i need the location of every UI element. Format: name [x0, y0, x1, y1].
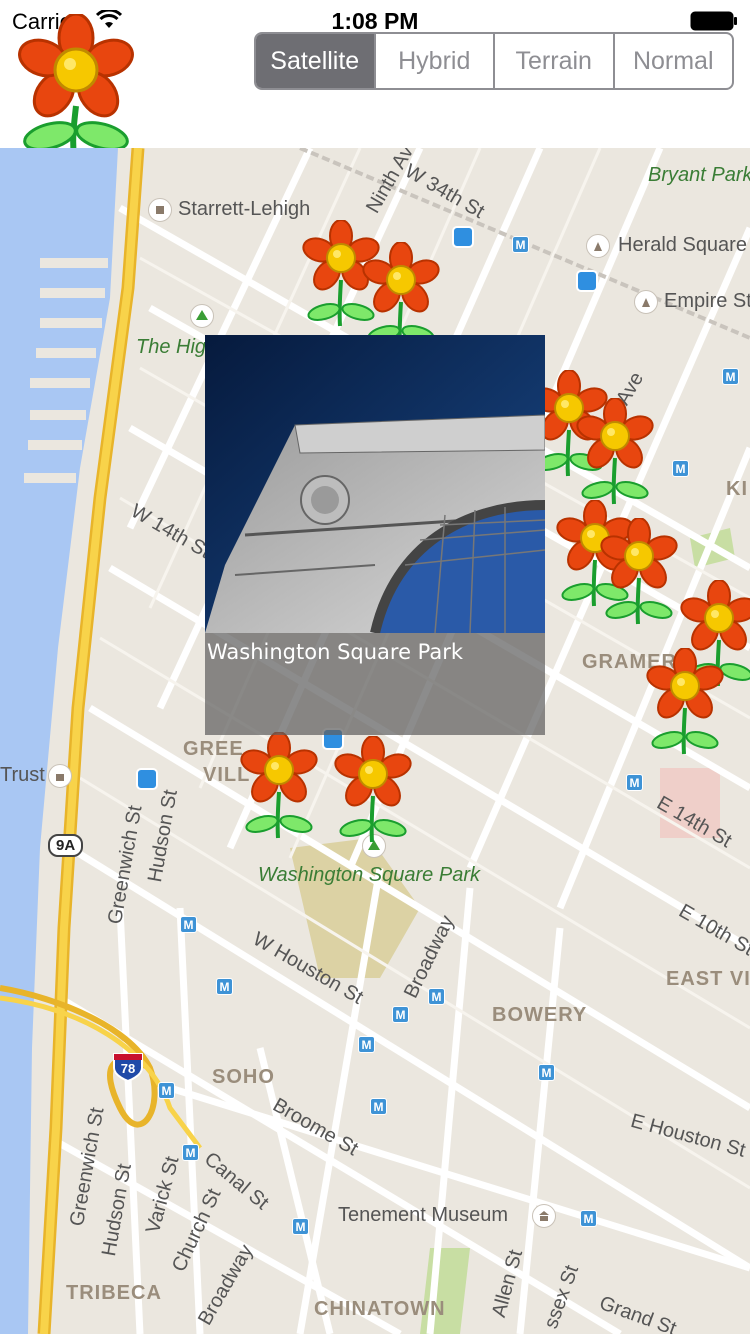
poi-icon — [148, 198, 172, 222]
callout-title: Washington Square Park — [207, 640, 464, 664]
train-station-icon — [136, 768, 158, 790]
map-label: Starrett-Lehigh — [178, 198, 311, 220]
interstate-78-shield: 78 — [112, 1052, 144, 1083]
map-label: BOWERY — [492, 1004, 588, 1026]
map-label: Trust — [0, 764, 45, 786]
interstate-number: 78 — [120, 1061, 136, 1076]
museum-icon — [532, 1204, 556, 1228]
map-label: Bryant Park — [648, 164, 750, 186]
train-station-icon — [452, 226, 474, 248]
subway-icon: M — [428, 988, 445, 1005]
subway-icon: M — [538, 1064, 555, 1081]
map-label: Washington Square Park — [258, 864, 480, 886]
landmark-icon — [48, 764, 72, 788]
flower-pin-icon[interactable] — [600, 518, 678, 628]
subway-icon: M — [512, 236, 529, 253]
subway-icon: M — [216, 978, 233, 995]
subway-icon: M — [392, 1006, 409, 1023]
map-label: SOHO — [212, 1066, 275, 1088]
washington-square-arch-photo — [205, 335, 545, 633]
map-label: Herald Square — [618, 234, 747, 256]
subway-icon: M — [358, 1036, 375, 1053]
subway-icon: M — [180, 916, 197, 933]
flower-pin-icon[interactable] — [576, 398, 654, 508]
map-label: TRIBECA — [66, 1282, 162, 1304]
subway-icon: M — [182, 1144, 199, 1161]
place-callout[interactable]: Washington Square Park — [205, 335, 545, 735]
subway-icon: M — [722, 368, 739, 385]
train-station-icon — [576, 270, 598, 292]
segment-normal[interactable]: Normal — [615, 34, 733, 88]
route-shield: 9A — [48, 834, 84, 857]
map-label: GREE — [183, 738, 244, 760]
park-icon — [190, 304, 214, 328]
segment-satellite[interactable]: Satellite — [256, 34, 376, 88]
map-label: EAST VI — [666, 968, 750, 990]
map-label: Empire St — [664, 290, 750, 312]
subway-icon: M — [370, 1098, 387, 1115]
landmark-icon — [634, 290, 658, 314]
flower-logo-icon — [18, 14, 134, 157]
map-type-segmented-control[interactable]: Satellite Hybrid Terrain Normal — [254, 32, 734, 90]
map-label: Tenement Museum — [338, 1204, 509, 1226]
flower-pin-icon[interactable] — [240, 732, 318, 842]
subway-icon: M — [158, 1082, 175, 1099]
subway-icon: M — [292, 1218, 309, 1235]
flower-pin-icon[interactable] — [646, 648, 724, 758]
battery-icon — [690, 11, 737, 31]
landmark-icon — [586, 234, 610, 258]
map-view[interactable]: Starrett-Lehigh Ninth Ave W 34th St Brya… — [0, 148, 750, 1334]
segment-terrain[interactable]: Terrain — [495, 34, 615, 88]
subway-icon: M — [626, 774, 643, 791]
flower-pin-icon[interactable] — [334, 736, 412, 846]
subway-icon: M — [672, 460, 689, 477]
map-label: KI — [726, 478, 748, 500]
subway-icon: M — [580, 1210, 597, 1227]
segment-hybrid[interactable]: Hybrid — [376, 34, 495, 88]
map-label: CHINATOWN — [314, 1298, 446, 1320]
